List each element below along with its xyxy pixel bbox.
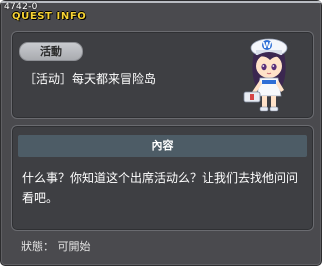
window-title[interactable]: QUEST INFO bbox=[12, 11, 86, 22]
npc-portrait-icon: W bbox=[243, 38, 288, 112]
svg-text:W: W bbox=[263, 41, 272, 50]
content-header: 內容 bbox=[18, 135, 307, 157]
quest-content-panel: 內容 什么事？你知道这个出席活动么？让我们去找他问问看吧。 bbox=[11, 125, 314, 231]
quest-status: 狀態： 可開始 bbox=[21, 240, 91, 253]
window-top-border bbox=[1, 1, 321, 3]
quest-category-badge: 活動 bbox=[19, 42, 83, 61]
quest-summary-panel: 活動 ［活动］每天都来冒险岛 W bbox=[11, 31, 314, 119]
quest-info-window: 4742-0 QUEST INFO 活動 ［活动］每天都来冒险岛 W 內容 什么… bbox=[0, 0, 322, 266]
quest-name: ［活动］每天都来冒险岛 bbox=[24, 72, 157, 86]
quest-description: 什么事？你知道这个出席活动么？让我们去找他问问看吧。 bbox=[22, 171, 299, 205]
